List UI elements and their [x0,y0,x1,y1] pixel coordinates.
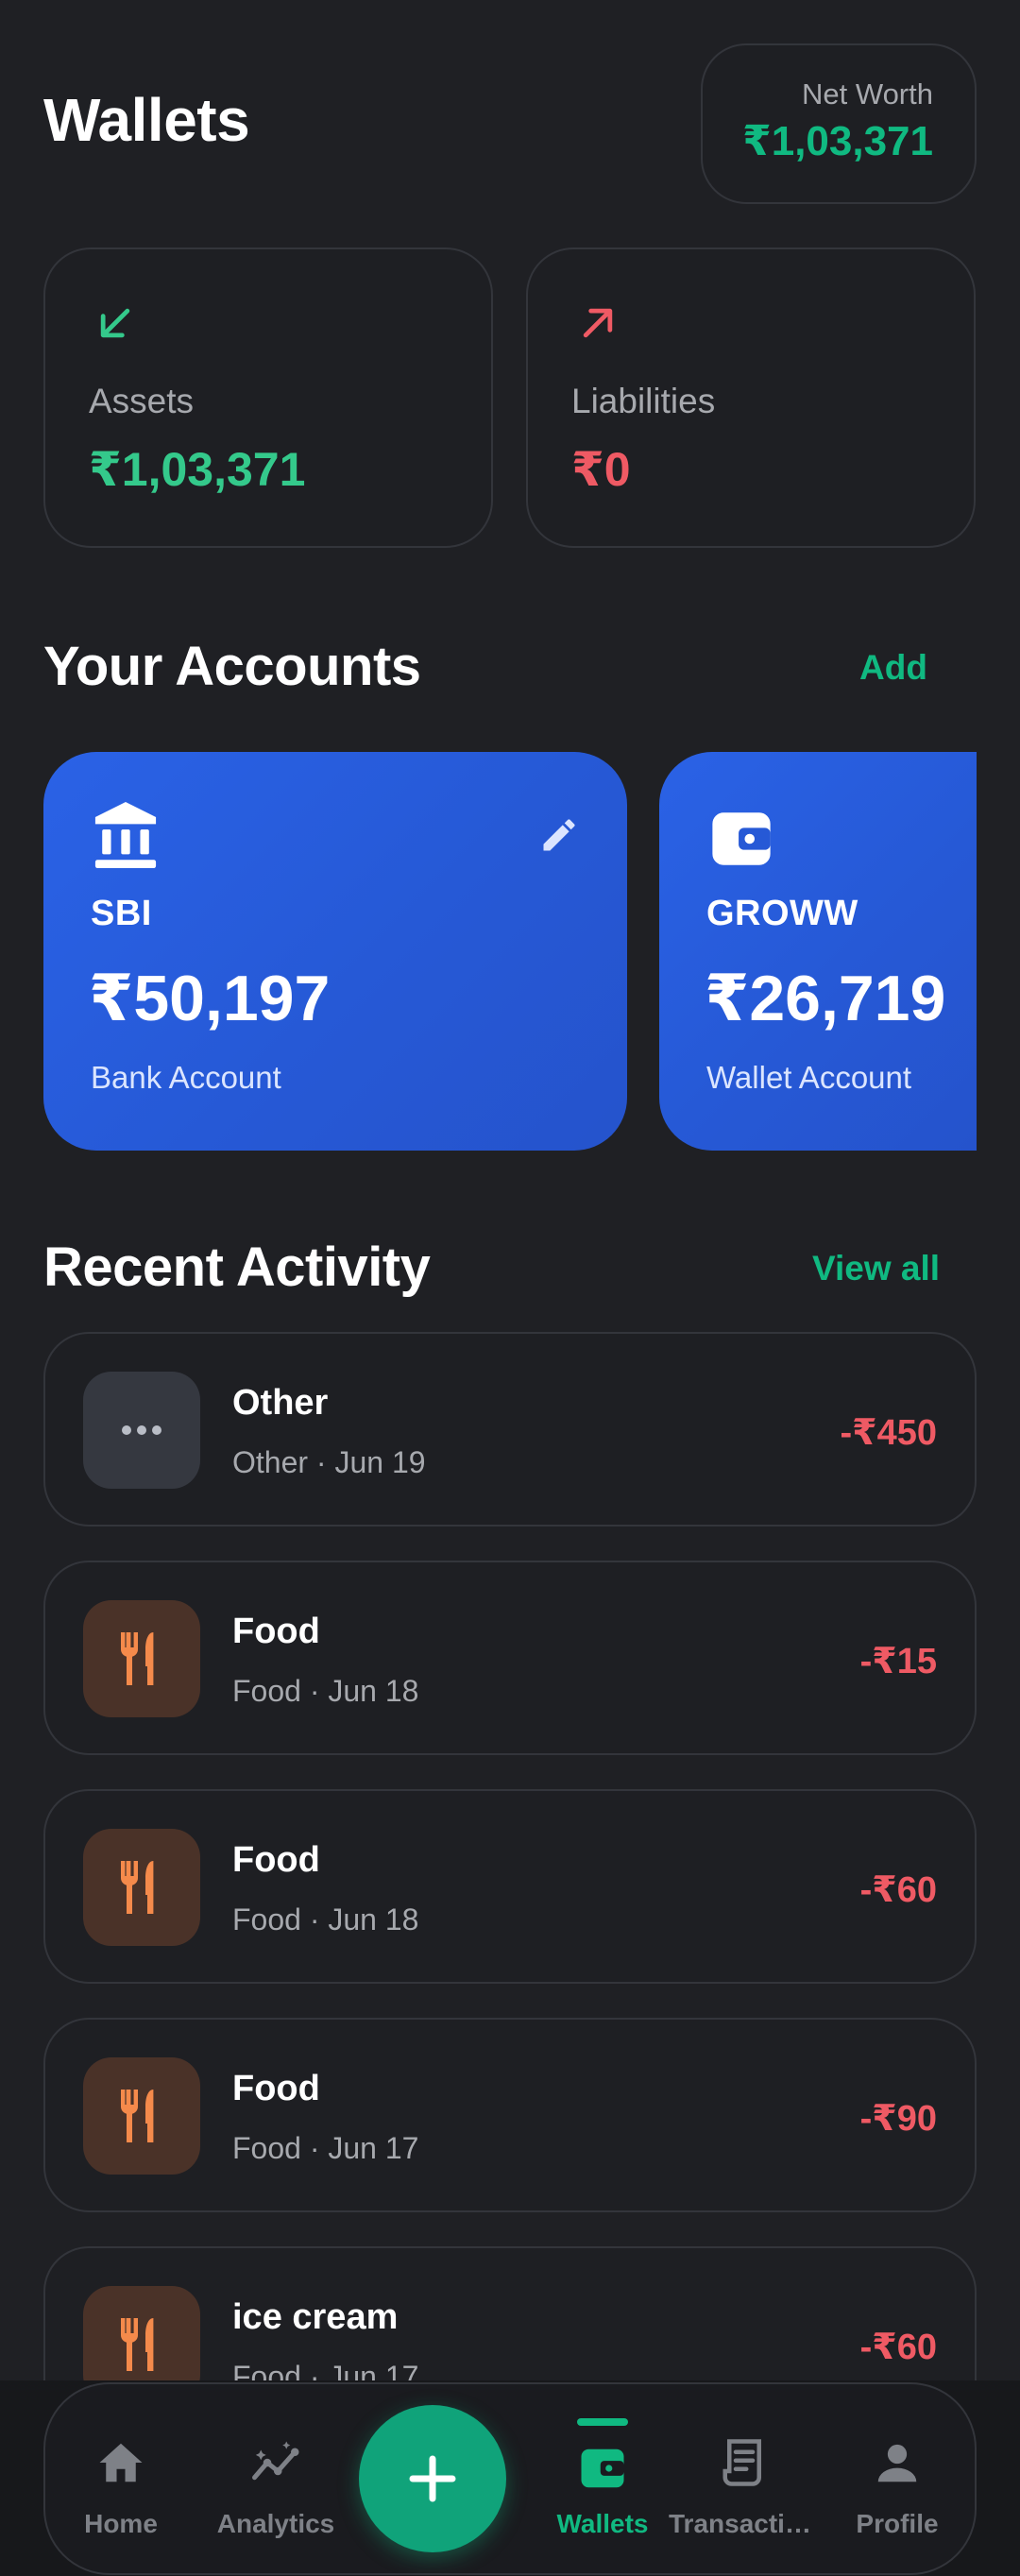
nav-label: Profile [856,2509,939,2538]
plus-icon [409,2455,456,2502]
home-icon [99,2443,143,2482]
arrow-up-right-icon [583,308,613,338]
activity-title: Food [232,1612,320,1651]
account-card-groww[interactable]: GROWW ₹26,719 Wallet Account [659,752,977,1151]
net-worth-value: ₹1,03,371 [742,118,933,164]
nav-item-profile[interactable]: Profile [822,2384,973,2573]
analytics-icon [252,2441,299,2481]
nav-label: Analytics [216,2509,335,2538]
page-title: Wallets [43,86,250,154]
activity-subtitle: Food · Jun 17 [232,2131,419,2165]
activity-subtitle: Food · Jun 18 [232,1902,419,1936]
account-balance: ₹26,719 [705,963,946,1034]
liabilities-value: ₹0 [571,443,631,496]
fork-knife-icon [83,2057,200,2175]
activity-amount: -₹60 [859,2328,937,2367]
nav-item-transactions[interactable]: Transactio... [669,2384,820,2573]
activity-title: ice cream [232,2297,399,2337]
nav-label: Transactio... [669,2509,820,2538]
view-all-button[interactable]: View all [812,1249,940,1288]
account-card-sbi[interactable]: SBI ₹50,197 Bank Account [43,752,627,1151]
bank-icon [94,802,157,868]
activity-amount: -₹15 [859,1642,937,1681]
activity-title: Food [232,1840,320,1880]
activity-amount: -₹450 [840,1413,938,1453]
activity-title: Food [232,2069,320,2108]
activity-subtitle: Other · Jun 19 [232,1445,426,1479]
nav-label: Wallets [556,2509,649,2538]
activity-item[interactable]: Food Food · Jun 18 -₹15 [43,1561,977,1755]
fork-knife-icon [83,1600,200,1717]
activity-title: Other [232,1383,329,1423]
wallet-icon [581,2448,624,2488]
edit-pencil-icon[interactable] [538,814,580,856]
activity-item[interactable]: Food Food · Jun 18 -₹60 [43,1789,977,1984]
assets-label: Assets [89,382,195,420]
liabilities-label: Liabilities [571,382,716,420]
add-account-button[interactable]: Add [859,648,927,688]
arrow-down-left-icon [100,308,130,338]
account-balance: ₹50,197 [89,963,331,1034]
net-worth-label: Net Worth [802,77,933,111]
activity-amount: -₹60 [859,1870,937,1910]
wallets-screen: Wallets Net Worth ₹1,03,371 Assets ₹1,03… [0,0,1020,2576]
bottom-nav: Home Analytics Wallets Transactio... Pro… [43,2382,977,2575]
assets-value: ₹1,03,371 [89,443,306,496]
nav-item-home[interactable]: Home [45,2384,196,2573]
nav-item-wallets[interactable]: Wallets [527,2384,678,2573]
activity-item[interactable]: Other Other · Jun 19 -₹450 [43,1332,977,1527]
net-worth-card: Net Worth ₹1,03,371 [701,43,977,204]
nav-label: Home [84,2509,158,2538]
liabilities-card[interactable]: Liabilities ₹0 [526,247,976,548]
add-transaction-button[interactable] [359,2405,506,2552]
assets-card[interactable]: Assets ₹1,03,371 [43,247,493,548]
activity-subtitle: Food · Jun 18 [232,1674,419,1708]
account-type: Bank Account [91,1060,281,1095]
activity-section-title: Recent Activity [43,1237,431,1298]
person-icon [877,2444,917,2482]
account-name: GROWW [706,894,858,933]
accounts-section-title: Your Accounts [43,636,421,697]
more-dots-icon [83,1372,200,1489]
receipt-icon [722,2439,761,2486]
wallet-icon [712,812,771,865]
activity-item[interactable]: Food Food · Jun 17 -₹90 [43,2018,977,2212]
nav-item-analytics[interactable]: Analytics [200,2384,351,2573]
activity-amount: -₹90 [859,2099,937,2139]
fork-knife-icon [83,1829,200,1946]
account-type: Wallet Account [706,1060,912,1095]
active-indicator [577,2418,628,2426]
account-name: SBI [91,894,152,933]
